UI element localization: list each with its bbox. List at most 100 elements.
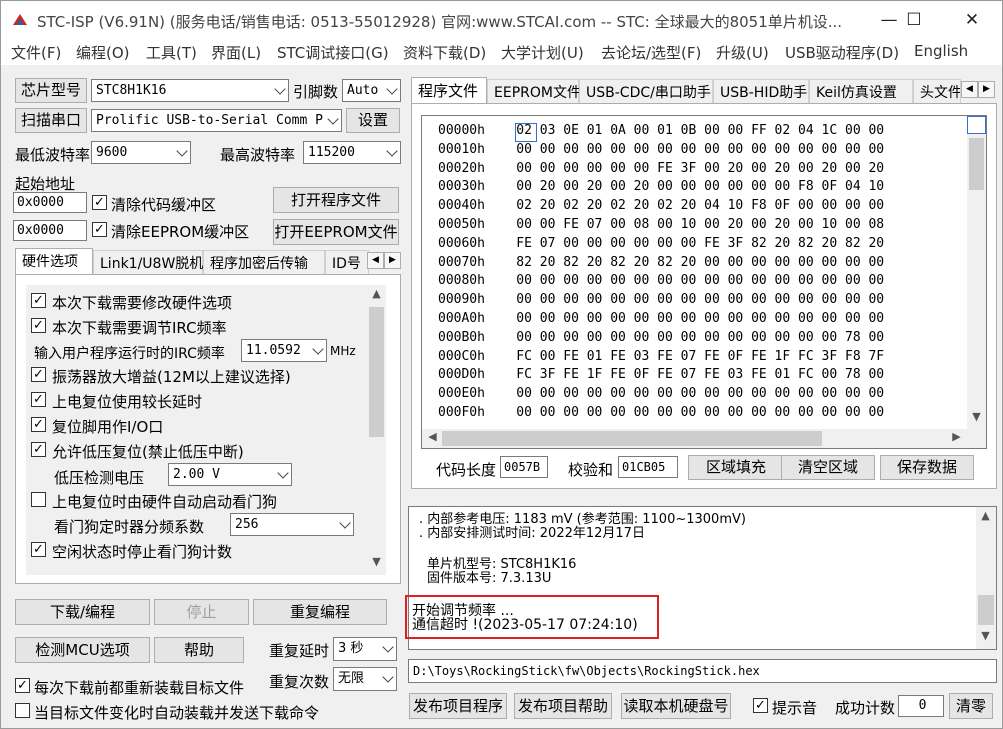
menu-downloads[interactable]: 资料下载(D) xyxy=(403,42,486,63)
hex-editor[interactable]: 00000h 02 03 0E 01 0A 00 01 0B 00 00 FF … xyxy=(421,115,987,449)
clear-eeprom-checkbox[interactable]: ✓ xyxy=(92,222,107,237)
scan-port-button[interactable]: 扫描串口 xyxy=(15,108,87,133)
hex-row[interactable]: 00040h 02 20 02 20 02 20 02 20 04 10 F8 … xyxy=(438,198,884,217)
clear-region-button[interactable]: 清空区域 xyxy=(781,455,875,480)
hex-row[interactable]: 00010h 00 00 00 00 00 00 00 00 00 00 00 … xyxy=(438,142,884,161)
hex-row[interactable]: 00070h 82 20 82 20 82 20 82 20 00 00 00 … xyxy=(438,255,884,274)
tab-eeprom-file[interactable]: EEPROM文件 xyxy=(487,79,581,103)
menu-university[interactable]: 大学计划(U) xyxy=(501,42,584,63)
read-disk-id-button[interactable]: 读取本机硬盘号 xyxy=(621,693,731,719)
hex-row[interactable]: 00090h 00 00 00 00 00 00 00 00 00 00 00 … xyxy=(438,292,884,311)
tab-scroll-right-icon[interactable]: ▶ xyxy=(384,252,401,269)
tab-usb-cdc[interactable]: USB-CDC/串口助手 xyxy=(579,79,713,103)
close-button[interactable]: ✕ xyxy=(949,1,995,39)
menu-file[interactable]: 文件(F) xyxy=(11,42,61,63)
publish-project-button[interactable]: 发布项目程序 xyxy=(409,693,507,719)
settings-button[interactable]: 设置 xyxy=(346,108,400,133)
opt5-checkbox[interactable]: ✓ xyxy=(31,417,46,432)
menu-tools[interactable]: 工具(T) xyxy=(146,42,197,63)
menu-stc-debug[interactable]: STC调试接口(G) xyxy=(277,42,389,63)
help-button[interactable]: 帮助 xyxy=(154,637,244,663)
fill-region-button[interactable]: 区域填充 xyxy=(688,455,784,480)
hex-scroll-thumb[interactable] xyxy=(969,138,984,190)
beep-checkbox[interactable]: ✓ xyxy=(753,698,768,713)
scroll-up-icon[interactable]: ▲ xyxy=(977,509,994,526)
maximize-button[interactable]: ☐ xyxy=(891,1,937,39)
menu-english[interactable]: English xyxy=(914,42,968,60)
tab-hardware-options[interactable]: 硬件选项 xyxy=(15,248,93,274)
detect-mcu-button[interactable]: 检测MCU选项 xyxy=(15,637,150,663)
publish-help-button[interactable]: 发布项目帮助 xyxy=(514,693,612,719)
hex-row[interactable]: 00030h 00 20 00 20 00 20 00 00 00 00 00 … xyxy=(438,179,884,198)
scroll-down-icon[interactable]: ▼ xyxy=(977,629,994,646)
tab-usb-hid[interactable]: USB-HID助手 xyxy=(713,79,809,103)
options-scrollbar[interactable]: ▲ ▼ xyxy=(367,285,386,575)
opt3-checkbox[interactable]: ✓ xyxy=(31,367,46,382)
log-scrollbar[interactable]: ▲ ▼ xyxy=(976,507,996,649)
open-program-button[interactable]: 打开程序文件 xyxy=(273,187,399,213)
watchdog-select[interactable]: 256 xyxy=(230,513,354,536)
clear-code-checkbox[interactable]: ✓ xyxy=(92,195,107,210)
tab-link1[interactable]: Link1/U8W脱机 xyxy=(93,250,203,274)
hex-row[interactable]: 000F0h 00 00 00 00 00 00 00 00 00 00 00 … xyxy=(438,405,884,424)
opt1-checkbox[interactable]: ✓ xyxy=(31,293,46,308)
repeat-count-select[interactable]: 无限 xyxy=(333,667,397,691)
menu-usb-driver[interactable]: USB驱动程序(D) xyxy=(785,42,899,63)
min-baud-select[interactable]: 9600 xyxy=(91,141,191,164)
serial-port-select[interactable]: Prolific USB-to-Serial Comm P xyxy=(91,109,342,132)
repeat-delay-select[interactable]: 3 秒 xyxy=(333,637,397,661)
hex-row[interactable]: 000C0h FC 00 FE 01 FE 03 FE 07 FE 0F FE … xyxy=(438,349,884,368)
max-baud-select[interactable]: 115200 xyxy=(303,141,401,164)
opt6-checkbox[interactable]: ✓ xyxy=(31,442,46,457)
scroll-up-icon[interactable]: ▲ xyxy=(368,287,385,304)
opt8-checkbox[interactable]: ✓ xyxy=(31,542,46,557)
opt2-checkbox[interactable]: ✓ xyxy=(31,318,46,333)
hex-row[interactable]: 000A0h 00 00 00 00 00 00 00 00 00 00 00 … xyxy=(438,311,884,330)
menu-program[interactable]: 编程(O) xyxy=(76,42,130,63)
eeprom-address-input[interactable]: 0x0000 xyxy=(13,220,87,241)
stop-button[interactable]: 停止 xyxy=(154,599,249,625)
scroll-down-icon[interactable]: ▼ xyxy=(368,555,385,572)
hex-row[interactable]: 00020h 00 00 00 00 00 00 FE 3F 00 20 00 … xyxy=(438,161,884,180)
menu-interface[interactable]: 界面(L) xyxy=(211,42,261,63)
hex-row[interactable]: 000D0h FC 3F FE 1F FE 0F FE 07 FE 03 FE … xyxy=(438,367,884,386)
title-bar[interactable]: STC-ISP (V6.91N) (服务电话/销售电话: 0513-550129… xyxy=(1,1,1002,39)
tab-scroll-right-icon[interactable]: ▶ xyxy=(978,81,995,98)
menu-forum[interactable]: 去论坛/选型(F) xyxy=(601,42,701,63)
reset-count-button[interactable]: 清零 xyxy=(949,693,993,719)
tab-keil[interactable]: Keil仿真设置 xyxy=(809,79,913,103)
reload-each-checkbox[interactable]: ✓ xyxy=(15,678,30,693)
hex-hscrollbar[interactable]: ◀ ▶ xyxy=(422,429,986,448)
menu-upgrade[interactable]: 升级(U) xyxy=(716,42,769,63)
log-scroll-thumb[interactable] xyxy=(978,595,994,625)
chip-model-button[interactable]: 芯片型号 xyxy=(15,78,87,103)
hex-row[interactable]: 000B0h 00 00 00 00 00 00 00 00 00 00 00 … xyxy=(438,330,884,349)
tab-header-file[interactable]: 头文件 xyxy=(913,79,961,103)
low-voltage-select[interactable]: 2.00 V xyxy=(168,463,292,486)
tab-scroll-left-icon[interactable]: ◀ xyxy=(961,81,978,98)
download-program-button[interactable]: 下载/编程 xyxy=(15,599,150,625)
pin-count-select[interactable]: Auto xyxy=(342,79,401,102)
hex-row[interactable]: 00000h 02 03 0E 01 0A 00 01 0B 00 00 FF … xyxy=(438,123,884,142)
chip-model-select[interactable]: STC8H1K16 xyxy=(91,79,289,102)
file-path-field[interactable]: D:\Toys\RockingStick\fw\Objects\RockingS… xyxy=(408,659,997,683)
scroll-right-icon[interactable]: ▶ xyxy=(948,430,965,447)
scroll-down-icon[interactable]: ▼ xyxy=(968,410,985,427)
opt4-checkbox[interactable]: ✓ xyxy=(31,392,46,407)
scroll-thumb[interactable] xyxy=(369,307,384,437)
auto-send-checkbox[interactable] xyxy=(15,703,30,718)
hex-row[interactable]: 00050h 00 00 FE 07 00 08 00 10 00 20 00 … xyxy=(438,217,884,236)
opt7-checkbox[interactable] xyxy=(31,492,46,507)
scroll-left-icon[interactable]: ◀ xyxy=(424,430,441,447)
tab-id[interactable]: ID号 xyxy=(325,250,369,274)
repeat-program-button[interactable]: 重复编程 xyxy=(253,599,387,625)
save-data-button[interactable]: 保存数据 xyxy=(880,455,974,480)
tab-encrypt[interactable]: 程序加密后传输 xyxy=(203,250,325,274)
hex-row[interactable]: 00080h 00 00 00 00 00 00 00 00 00 00 00 … xyxy=(438,273,884,292)
open-eeprom-button[interactable]: 打开EEPROM文件 xyxy=(273,219,399,245)
tab-program-file[interactable]: 程序文件 xyxy=(411,77,487,103)
hex-row[interactable]: 000E0h 00 00 00 00 00 00 00 00 00 00 00 … xyxy=(438,386,884,405)
hex-row[interactable]: 00060h FE 07 00 00 00 00 00 00 FE 3F 82 … xyxy=(438,236,884,255)
hex-hscroll-thumb[interactable] xyxy=(442,431,822,446)
irc-frequency-select[interactable]: 11.0592 xyxy=(241,339,327,362)
